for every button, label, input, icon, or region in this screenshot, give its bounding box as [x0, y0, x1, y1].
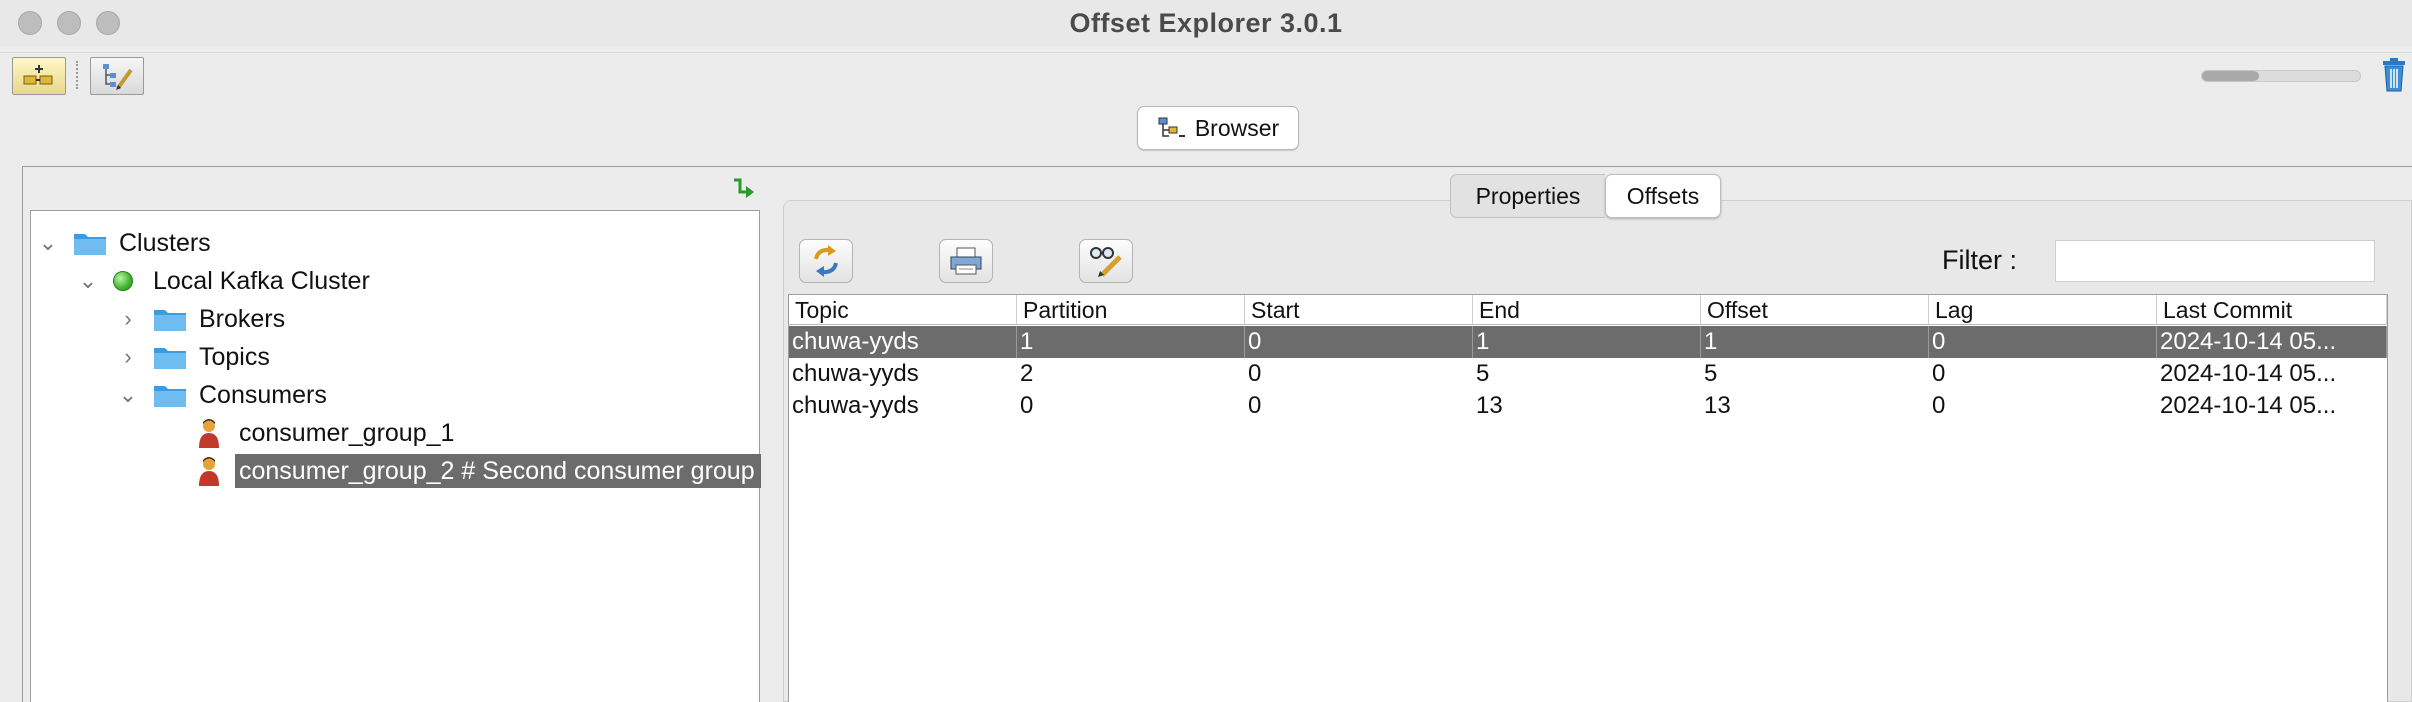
title-bar: Offset Explorer 3.0.1 [0, 0, 2412, 46]
tree-label-topics: Topics [199, 343, 270, 371]
refresh-icon [814, 245, 838, 277]
cell-offset: 13 [1704, 392, 1731, 419]
table-row[interactable]: chuwa-yyds 1 0 1 1 0 2024-10-14 05... [789, 326, 2387, 358]
cell-start: 0 [1245, 326, 1473, 358]
tree-node-clusters[interactable]: ⌄ Clusters [37, 225, 215, 261]
cell-offset: 1 [1701, 326, 1929, 358]
connected-status-icon [113, 271, 133, 291]
edit-tree-icon [103, 64, 133, 90]
cell-lag: 0 [1929, 326, 2157, 358]
main-toolbar [0, 52, 2412, 98]
tab-offsets[interactable]: Offsets [1605, 174, 1721, 218]
consumer-person-icon [199, 419, 219, 448]
table-header: Topic Partition Start End Offset Lag Last Comm… [789, 295, 2387, 325]
tree-label-cluster: Local Kafka Cluster [153, 267, 370, 295]
cell-start: 0 [1248, 392, 1262, 419]
table-row[interactable]: chuwa-yyds 2 0 5 5 0 2024-10-14 05... [789, 358, 2387, 390]
printer-icon [950, 247, 982, 275]
cell-topic: chuwa-yyds [792, 392, 919, 419]
tree-node-consumer-group[interactable]: consumer_group_1 [197, 415, 458, 451]
tree-node-consumer-group[interactable]: consumer_group_2 # Second consumer group [197, 453, 761, 489]
expand-arrow-icon[interactable] [728, 176, 756, 204]
cell-partition: 0 [1020, 392, 1034, 419]
chevron-down-icon[interactable]: ⌄ [37, 230, 59, 255]
browser-icon [1158, 117, 1185, 137]
tree-label-consumer-group-1: consumer_group_1 [239, 419, 455, 447]
tree-label-consumer-group-2: consumer_group_2 # Second consumer group [235, 454, 761, 488]
cell-end: 1 [1473, 326, 1701, 358]
tree-node-brokers[interactable]: › Brokers [117, 301, 289, 337]
column-header-last-commit[interactable]: Last Commit [2157, 295, 2387, 325]
cell-offset: 5 [1704, 360, 1718, 387]
refresh-button[interactable] [799, 239, 853, 283]
tree-node-topics[interactable]: › Topics [117, 339, 274, 375]
add-connection-button[interactable] [12, 57, 66, 95]
cell-start: 0 [1248, 360, 1262, 387]
column-header-offset[interactable]: Offset [1701, 295, 1929, 325]
chevron-right-icon[interactable]: › [117, 306, 139, 331]
column-header-partition[interactable]: Partition [1017, 295, 1245, 325]
add-connection-icon [23, 65, 53, 85]
progress-fill [2202, 71, 2259, 81]
activity-progress-bar [2201, 70, 2361, 82]
glasses-pencil-icon [1090, 247, 1122, 277]
toolbar-separator [76, 61, 78, 89]
cell-topic: chuwa-yyds [792, 360, 919, 387]
cell-partition: 2 [1020, 360, 1034, 387]
cell-end: 13 [1476, 392, 1503, 419]
cell-last-commit: 2024-10-14 05... [2160, 360, 2337, 387]
filter-input[interactable] [2055, 240, 2375, 282]
edit-offsets-button[interactable] [1079, 239, 1133, 283]
folder-icon [154, 310, 186, 331]
tree-node-local-kafka-cluster[interactable]: ⌄ Local Kafka Cluster [77, 263, 374, 299]
trash-icon[interactable] [2380, 58, 2408, 92]
offsets-table: Topic Partition Start End Offset Lag Last Comm… [788, 294, 2388, 702]
column-header-lag[interactable]: Lag [1929, 295, 2157, 325]
edit-tree-button[interactable] [90, 57, 144, 95]
column-header-end[interactable]: End [1473, 295, 1701, 325]
cell-topic: chuwa-yyds [789, 326, 1017, 358]
chevron-down-icon[interactable]: ⌄ [77, 268, 99, 293]
column-header-topic[interactable]: Topic [789, 295, 1017, 325]
folder-icon [154, 348, 186, 369]
window-title: Offset Explorer 3.0.1 [1069, 8, 1343, 38]
cell-end: 5 [1476, 360, 1490, 387]
column-header-start[interactable]: Start [1245, 295, 1473, 325]
tree-label-clusters: Clusters [119, 229, 211, 257]
cell-partition: 1 [1017, 326, 1245, 358]
folder-icon [74, 234, 106, 255]
tree-label-brokers: Brokers [199, 305, 286, 333]
cell-last-commit: 2024-10-14 05... [2157, 326, 2387, 358]
cell-lag: 0 [1932, 392, 1946, 419]
filter-label: Filter : [1942, 245, 2018, 275]
print-button[interactable] [939, 239, 993, 283]
browser-tab-label: Browser [1194, 114, 1280, 141]
table-row[interactable]: chuwa-yyds 0 0 13 13 0 2024-10-14 05... [789, 390, 2387, 422]
tab-properties[interactable]: Properties [1450, 174, 1605, 218]
folder-icon [154, 386, 186, 407]
cell-lag: 0 [1932, 360, 1946, 387]
consumer-person-icon [199, 457, 219, 486]
chevron-down-icon[interactable]: ⌄ [117, 382, 139, 407]
chevron-right-icon[interactable]: › [117, 344, 139, 369]
tree-label-consumers: Consumers [199, 381, 327, 409]
tree-node-consumers[interactable]: ⌄ Consumers [117, 377, 331, 413]
cluster-tree: ⌄ Clusters ⌄ Local Kafka Cluster › Broke… [30, 210, 761, 702]
browser-tab-button[interactable]: Browser [1137, 106, 1299, 150]
cell-last-commit: 2024-10-14 05... [2160, 392, 2337, 419]
